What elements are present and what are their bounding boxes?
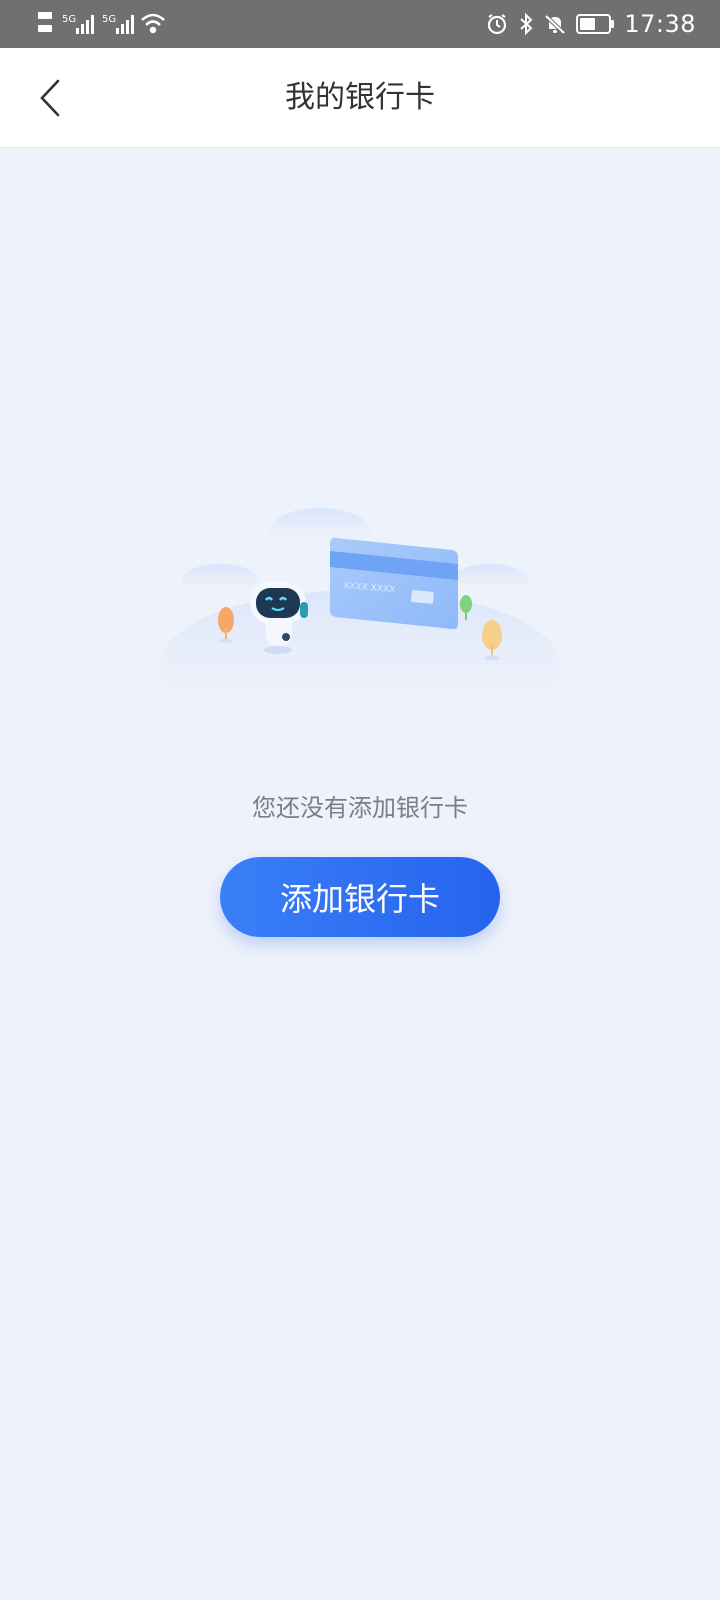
back-button[interactable] [22,70,78,126]
svg-text:5G: 5G [62,14,76,25]
add-bank-card-button[interactable]: 添加银行卡 [220,857,500,937]
mute-icon [544,14,566,35]
chevron-left-icon [40,79,60,117]
status-right-icons: 17:38 [476,8,696,40]
battery-icon [576,14,615,34]
empty-state-message: 您还没有添加银行卡 [252,794,468,822]
status-left-icons: 5G 5G [38,10,168,38]
signal-icon: 5G 5G [62,14,134,34]
wifi-icon [141,13,165,34]
alarm-icon [488,14,507,35]
bank-card-graphic: XXXX XXXX [330,537,458,630]
hd-icon [38,12,52,32]
status-time: 17:38 [624,10,696,38]
empty-bank-card-illustration: XXXX XXXX [160,508,560,740]
bluetooth-icon [520,12,533,36]
nav-header: 我的银行卡 [0,48,720,148]
svg-text:5G: 5G [102,14,116,25]
status-bar: 5G 5G 17:38 [0,0,720,48]
page-title: 我的银行卡 [285,80,435,115]
